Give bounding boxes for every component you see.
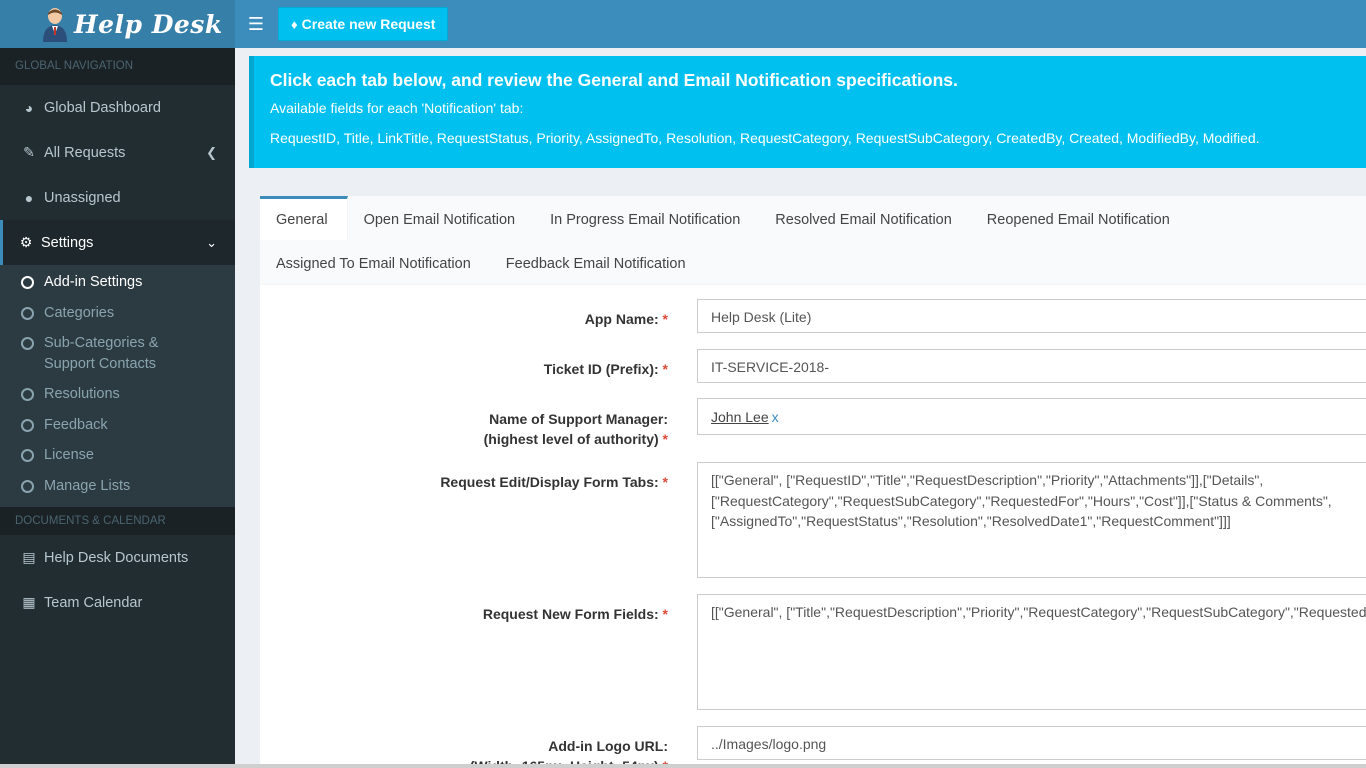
create-request-label: Create new Request (301, 16, 436, 32)
tab-resolved-email[interactable]: Resolved Email Notification (759, 196, 971, 240)
circle-icon (21, 337, 34, 350)
remove-person-icon[interactable]: x (772, 409, 779, 425)
user-icon: ● (24, 189, 34, 206)
support-manager-label: Name of Support Manager: (highest level … (483, 411, 668, 447)
settings-submenu: Add-in Settings Categories Sub-Categorie… (0, 265, 235, 507)
sidebar-item-unassigned[interactable]: ● Unassigned (0, 175, 235, 220)
chevron-left-icon: ❮ (206, 144, 217, 160)
logo-url-label: Add-in Logo URL: (Width: 165px; Height: … (469, 738, 668, 768)
dashboard-icon: ◕ (24, 99, 34, 116)
callout-title: Click each tab below, and review the Gen… (270, 70, 958, 90)
ticket-id-row: Ticket ID (Prefix): * (260, 350, 668, 379)
tab-open-email[interactable]: Open Email Notification (348, 196, 535, 240)
submenu-item-label: Sub-Categories & Support Contacts (44, 335, 159, 372)
gears-icon: ⚙ (19, 234, 33, 250)
submenu-item-label: Feedback (44, 416, 108, 433)
submenu-item-sub-categories[interactable]: Sub-Categories & Support Contacts (0, 329, 235, 380)
edit-form-tabs-label: Request Edit/Display Form Tabs: * (440, 474, 668, 490)
person-token[interactable]: John Lee (711, 409, 769, 425)
submenu-item-resolutions[interactable]: Resolutions (0, 380, 235, 411)
logo-url-row: Add-in Logo URL: (Width: 165px; Height: … (260, 727, 668, 768)
sidebar-item-team-calendar[interactable]: ▦ Team Calendar (0, 580, 235, 625)
edit-form-tabs-row: Request Edit/Display Form Tabs: * (260, 463, 668, 492)
tab-bar: General Open Email Notification In Progr… (260, 196, 1366, 285)
create-request-button[interactable]: ♦ Create new Request (278, 7, 449, 41)
tab-in-progress-email[interactable]: In Progress Email Notification (534, 196, 759, 240)
edit-form-tabs-textarea[interactable]: [["General", ["RequestID","Title","Reque… (697, 462, 1366, 578)
submenu-item-feedback[interactable]: Feedback (0, 411, 235, 442)
callout-line1: Available fields for each 'Notification'… (270, 100, 524, 116)
tab-general[interactable]: General (260, 196, 348, 240)
circle-icon (21, 276, 34, 289)
chevron-down-icon: ⌄ (206, 234, 217, 250)
support-agent-icon (40, 6, 70, 42)
logo-url-input[interactable]: ../Images/logo.png (697, 726, 1366, 760)
tag-icon: ♦ (291, 16, 298, 32)
submenu-item-categories[interactable]: Categories (0, 299, 235, 330)
submenu-item-label: Resolutions (44, 386, 120, 402)
sidebar-item-settings[interactable]: ⚙ Settings ⌄ (0, 220, 235, 265)
new-form-fields-textarea[interactable]: [["General", ["Title","RequestDescriptio… (697, 594, 1366, 710)
sidebar-item-all-requests[interactable]: ✎ All Requests ❮ (0, 130, 235, 175)
circle-icon (21, 479, 34, 493)
support-manager-picker[interactable]: John Lee x (697, 398, 1366, 435)
submenu-item-label: Categories (44, 304, 115, 321)
logo-text: Help Desk (74, 9, 223, 39)
new-form-fields-row: Request New Form Fields: * (260, 595, 668, 624)
calendar-icon: ▦ (22, 594, 36, 610)
callout-line2: RequestID, Title, LinkTitle, RequestStat… (270, 130, 1260, 146)
submenu-item-label: License (44, 447, 94, 463)
sidebar-section-header: DOCUMENTS & CALENDAR (0, 507, 235, 535)
sidebar-item-label: Help Desk Documents (44, 549, 189, 566)
horizontal-scrollbar[interactable] (0, 764, 1366, 768)
circle-icon (21, 306, 34, 320)
book-icon: ▤ (22, 549, 36, 565)
circle-icon (21, 388, 34, 401)
top-navbar: ☰ ♦ Create new Request (235, 0, 1366, 48)
submenu-item-label: Add-in Settings (44, 274, 143, 290)
ticket-id-label: Ticket ID (Prefix): * (543, 361, 668, 377)
info-callout: Click each tab below, and review the Gen… (249, 56, 1366, 168)
sidebar-item-help-desk-documents[interactable]: ▤ Help Desk Documents (0, 535, 235, 580)
submenu-item-label: Manage Lists (44, 477, 131, 494)
tab-feedback-email[interactable]: Feedback Email Notification (490, 240, 705, 284)
sidebar-item-label: All Requests (44, 144, 126, 161)
sidebar-item-label: Settings (41, 234, 94, 251)
sidebar-section-header: GLOBAL NAVIGATION (0, 48, 235, 85)
app-name-input[interactable]: Help Desk (Lite) (697, 299, 1366, 333)
app-name-row: App Name: * (260, 300, 668, 329)
submenu-item-manage-lists[interactable]: Manage Lists (0, 472, 235, 503)
submenu-item-add-in-settings[interactable]: Add-in Settings (0, 268, 235, 299)
new-form-fields-label: Request New Form Fields: * (482, 606, 668, 622)
ticket-id-input[interactable]: IT-SERVICE-2018- (697, 349, 1366, 383)
tab-reopened-email[interactable]: Reopened Email Notification (971, 196, 1189, 240)
menu-toggle-icon[interactable]: ☰ (235, 0, 277, 48)
sidebar-item-label: Team Calendar (44, 594, 143, 611)
edit-icon: ✎ (23, 144, 35, 160)
settings-tabs-box: General Open Email Notification In Progr… (260, 196, 1366, 768)
circle-icon (21, 418, 34, 432)
sidebar-item-global-dashboard[interactable]: ◕ Global Dashboard (0, 85, 235, 130)
support-manager-row: Name of Support Manager: (highest level … (260, 400, 668, 449)
circle-icon (21, 449, 34, 462)
sidebar: GLOBAL NAVIGATION ◕ Global Dashboard ✎ A… (0, 48, 235, 768)
app-name-label: App Name: * (584, 311, 668, 327)
sidebar-item-label: Unassigned (44, 189, 121, 206)
sidebar-item-label: Global Dashboard (44, 99, 161, 116)
tab-assigned-to-email[interactable]: Assigned To Email Notification (260, 240, 490, 284)
submenu-item-license[interactable]: License (0, 441, 235, 472)
app-logo[interactable]: Help Desk (0, 0, 235, 48)
